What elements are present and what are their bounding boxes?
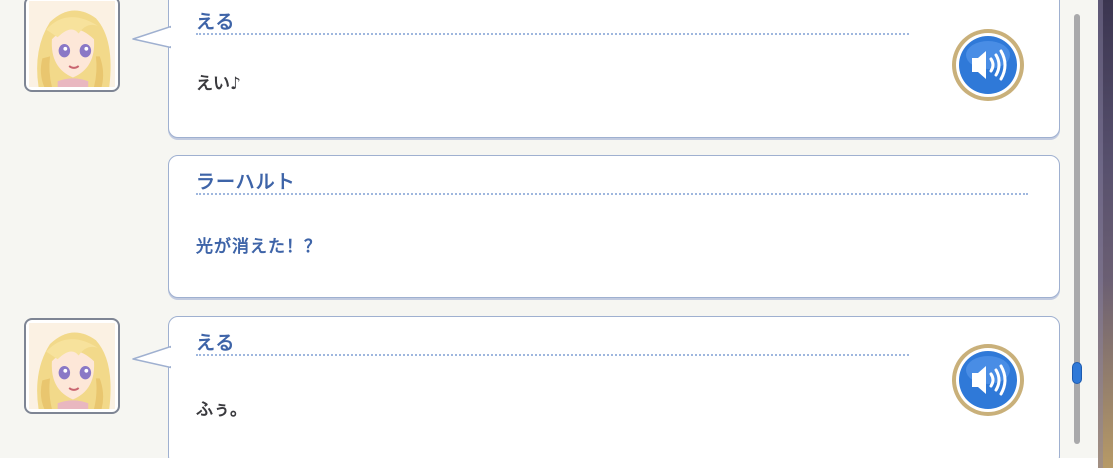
message-bubble: える えい♪ bbox=[132, 0, 1060, 138]
bubble-tail bbox=[131, 345, 171, 369]
log-bottom-edge bbox=[0, 458, 1098, 468]
speaker-divider bbox=[196, 354, 909, 356]
message-log-panel[interactable]: える えい♪ ラーハルト 光が消えた！？ える ふぅ。 bbox=[0, 0, 1098, 468]
speaker-play-icon bbox=[951, 28, 1025, 102]
speaker-name: える bbox=[196, 332, 236, 354]
speaker-play-icon bbox=[951, 343, 1025, 417]
dialogue-text: ふぅ。 bbox=[196, 400, 247, 420]
speaker-divider bbox=[196, 193, 1028, 195]
dialogue-text: えい♪ bbox=[196, 74, 241, 94]
voice-play-button[interactable] bbox=[950, 342, 1026, 418]
dialogue-text: 光が消えた！？ bbox=[196, 237, 322, 257]
voice-play-button[interactable] bbox=[950, 27, 1026, 103]
scrollbar-thumb[interactable] bbox=[1072, 362, 1082, 384]
message-bubble: える ふぅ。 bbox=[132, 316, 1060, 466]
character-portrait-icon bbox=[29, 1, 115, 87]
avatar bbox=[24, 0, 120, 92]
message-bubble: ラーハルト 光が消えた！？ bbox=[168, 155, 1060, 298]
game-backdrop-edge bbox=[1098, 0, 1113, 468]
character-portrait-icon bbox=[29, 323, 115, 409]
speaker-divider bbox=[196, 33, 909, 35]
speaker-name: ラーハルト bbox=[196, 171, 296, 193]
avatar bbox=[24, 318, 120, 414]
bubble-tail bbox=[131, 25, 171, 49]
speaker-name: える bbox=[196, 11, 236, 33]
